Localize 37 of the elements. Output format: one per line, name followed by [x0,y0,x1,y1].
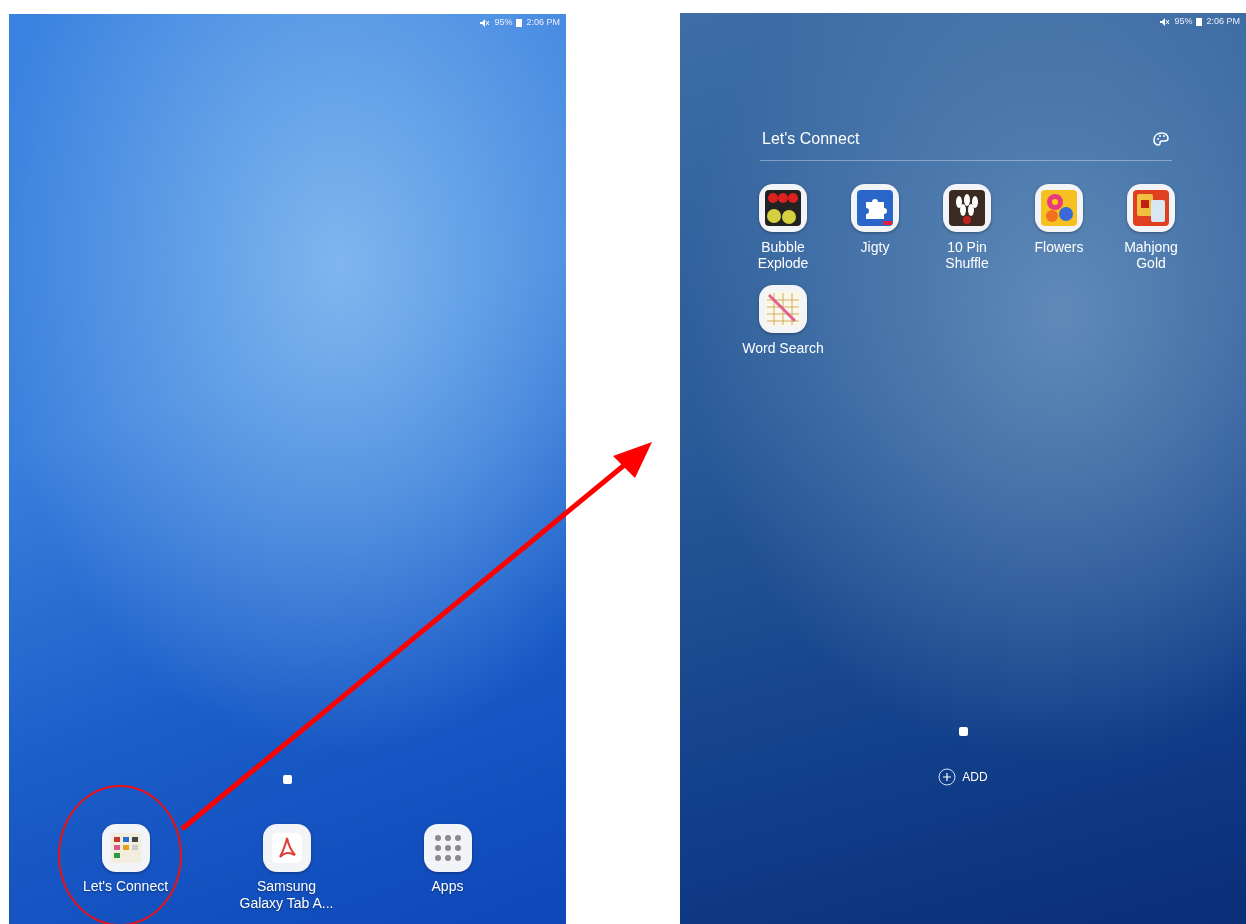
app-label: Flowers [1034,239,1084,255]
app-icon[interactable] [262,824,311,872]
add-button[interactable]: ADD [936,766,990,788]
mute-icon [1159,17,1171,27]
app-icon[interactable] [101,824,150,872]
bowling-pins-icon [949,190,985,226]
battery-icon [516,18,523,28]
folder-title[interactable]: Let's Connect [762,127,860,151]
app-label: Jigty [860,239,890,255]
app-icon[interactable] [759,184,807,232]
app-label: Bubble Explode [757,239,809,271]
battery-percent: 95% [1174,15,1193,29]
plus-icon [938,768,957,786]
mute-icon [479,18,491,28]
clock-time: 2:06 PM [1206,15,1240,29]
app-icon[interactable] [423,824,472,872]
battery-percent: 95% [494,16,513,30]
clock-time: 2:06 PM [526,16,560,30]
app-label: Mahjong Gold [1124,239,1178,271]
app-label: Let's Connect [82,878,169,895]
bubbles-icon [765,190,801,226]
folder-icon [110,833,141,863]
palette-icon [1152,131,1170,147]
flowers-icon [1041,190,1077,226]
page-indicator [283,775,292,784]
letter-grid-icon [765,291,801,327]
app-icon[interactable] [943,184,991,232]
apps-grid-icon [432,833,463,863]
tiles-icon [1133,190,1169,226]
app-label: 10 Pin Shuffle [945,239,989,271]
app-label: Samsung Galaxy Tab A... [239,878,334,912]
app-label: Apps [431,878,464,895]
battery-icon [1196,17,1203,27]
puzzle-piece-icon [857,190,893,226]
page-indicator [958,727,968,736]
pdf-icon [271,833,302,863]
app-label: Word Search [742,340,824,356]
